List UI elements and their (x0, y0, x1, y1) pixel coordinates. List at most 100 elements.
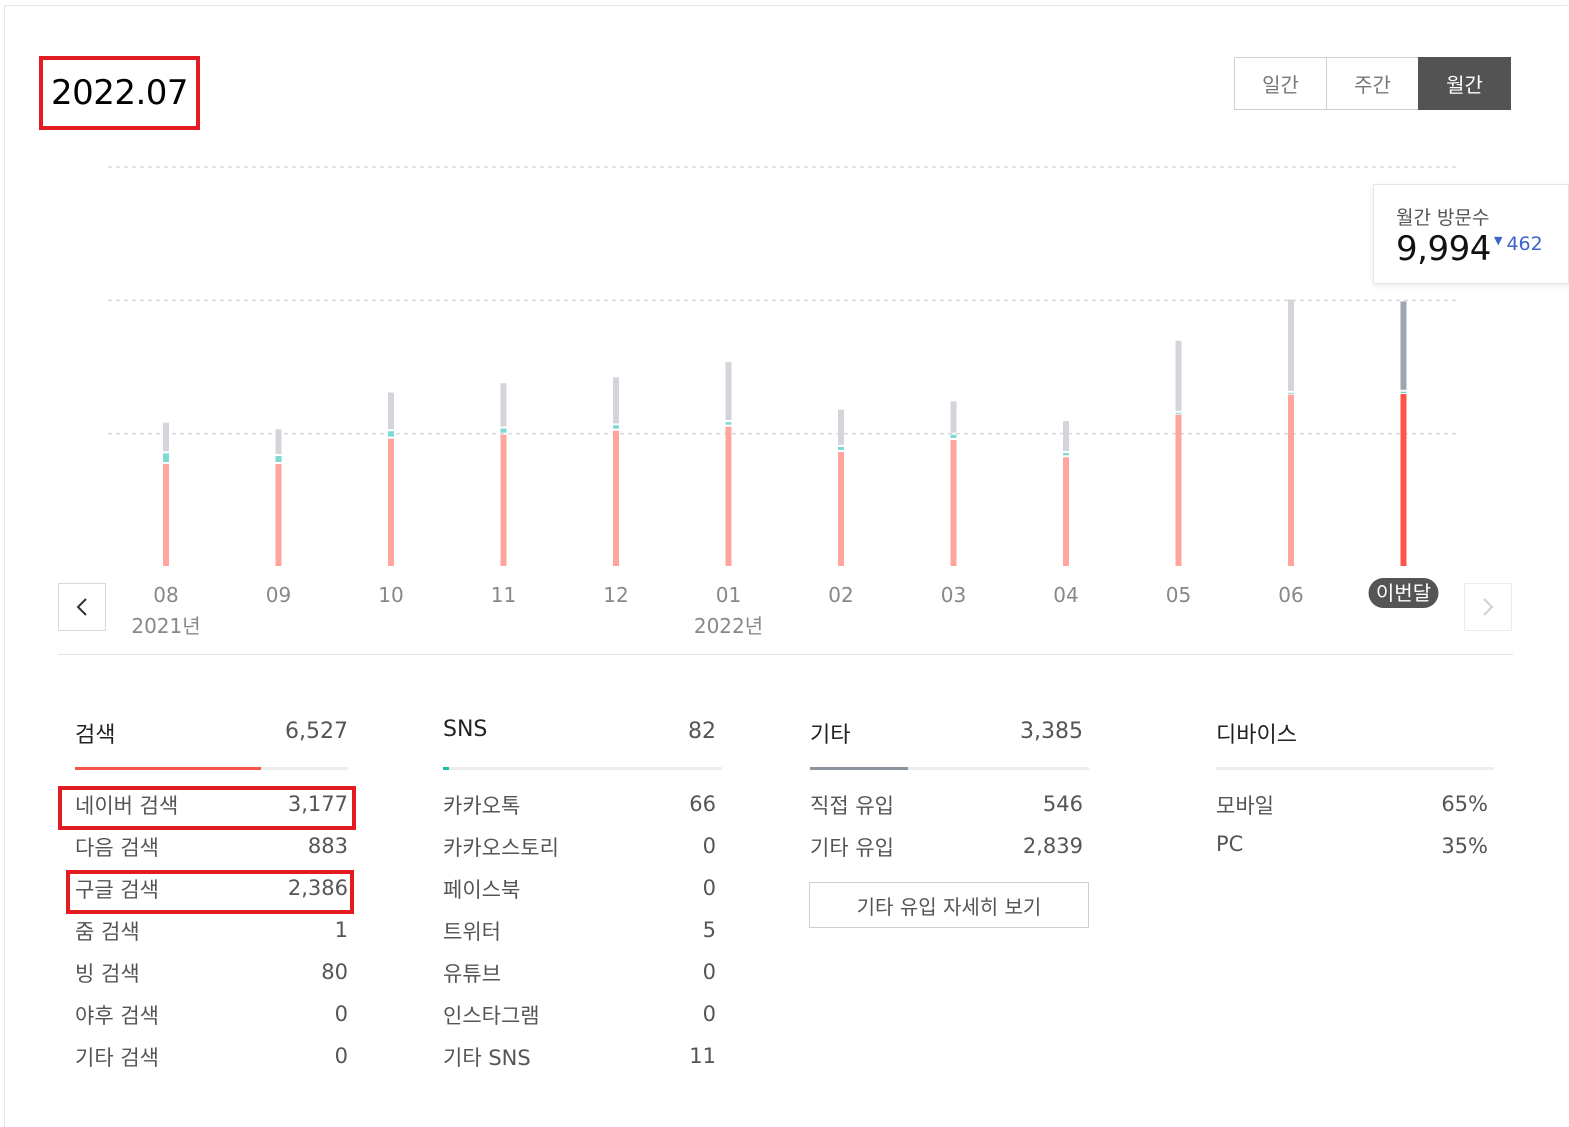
row-label: 카카오스토리 (443, 836, 559, 860)
bar-segment-etc[interactable] (388, 392, 394, 430)
row-value: 66 (689, 792, 716, 816)
previous-period-button[interactable] (58, 583, 106, 631)
period-tab-group: 일간 주간 월간 (1234, 57, 1511, 110)
bar-segment-etc[interactable] (275, 429, 282, 454)
category-name: 기타 (810, 723, 851, 748)
bar-segment-search[interactable] (163, 464, 169, 566)
bar-segment-search[interactable] (950, 440, 957, 566)
bar-segment-sns[interactable] (725, 422, 732, 425)
bar-segment-sns[interactable] (275, 456, 282, 462)
tab-daily[interactable]: 일간 (1234, 57, 1327, 110)
list-item: 기타 유입 2,839 (810, 832, 1083, 874)
category-share-bar (75, 767, 348, 770)
tab-monthly[interactable]: 월간 (1418, 57, 1511, 110)
bar-segment-sns[interactable] (388, 431, 394, 437)
bar-segment-etc[interactable] (163, 422, 169, 452)
decrease-arrow-icon: ▼ (1494, 234, 1503, 247)
row-value: 0 (334, 1002, 348, 1026)
row-value: 0 (702, 1002, 716, 1026)
row-value: 0 (702, 834, 716, 858)
bar-segment-sns[interactable] (1063, 453, 1069, 456)
bar-segment-sns[interactable] (950, 434, 957, 438)
bar-segment-etc[interactable] (1288, 299, 1294, 391)
row-value: 80 (321, 960, 348, 984)
bar-segment-etc[interactable] (950, 401, 957, 433)
x-tick-label: 05 (1166, 583, 1191, 607)
row-value: 0 (334, 1044, 348, 1068)
row-value: 883 (307, 834, 348, 858)
x-tick-label: 08 (153, 583, 178, 607)
row-label: 페이스북 (443, 878, 521, 902)
chevron-left-icon (76, 598, 87, 616)
bar-segment-sns[interactable] (613, 425, 619, 429)
x-tick-label: 02 (828, 583, 853, 607)
list-item: 트위터 5 (443, 916, 716, 958)
x-tick-label: 09 (266, 583, 291, 607)
x-tick-label: 01 (716, 583, 741, 607)
category-device: 디바이스 모바일 65% PC 35% (1216, 717, 1494, 874)
x-tick-label: 11 (491, 583, 516, 607)
bar-segment-search[interactable] (1288, 394, 1294, 566)
row-value: 1 (334, 918, 348, 942)
row-label: 카카오톡 (443, 794, 521, 818)
bar-segment-search[interactable] (275, 464, 282, 566)
bar-segment-sns[interactable] (500, 428, 507, 433)
bar-segment-search[interactable] (838, 452, 844, 566)
row-value: 0 (702, 876, 716, 900)
category-share-fill (443, 767, 450, 770)
year-label: 2022년 (694, 614, 763, 638)
tooltip-value: 9,994 (1396, 229, 1491, 269)
bar-segment-search[interactable] (725, 426, 732, 566)
visit-tooltip: 월간 방문수 9,994 ▼ 462 (1373, 184, 1569, 284)
bar-segment-etc[interactable] (838, 409, 844, 445)
list-item: 카카오톡 66 (443, 790, 716, 832)
category-sns: SNS 82 카카오톡 66 카카오스토리 0 페이스북 0 트위터 5 유튜브 0 인스… (443, 717, 722, 1084)
period-label: 2022.07 (50, 73, 189, 113)
x-tick-label: 10 (378, 583, 403, 607)
tab-weekly[interactable]: 주간 (1326, 57, 1419, 110)
bar-segment-search[interactable] (500, 434, 507, 566)
list-item: 인스타그램 0 (443, 1000, 716, 1042)
row-label: 모바일 (1216, 794, 1274, 818)
x-tick-label: 04 (1053, 583, 1078, 607)
highlight-naver-search (58, 786, 356, 830)
category-share-bar (443, 767, 722, 770)
etc-inflow-detail-button[interactable]: 기타 유입 자세히 보기 (809, 882, 1089, 928)
row-label: 유튜브 (443, 962, 501, 986)
category-total: 6,527 (285, 719, 348, 744)
bar-segment-search[interactable] (1175, 414, 1182, 566)
row-label: 빙 검색 (75, 962, 140, 986)
bar-segment-etc[interactable] (500, 383, 507, 427)
bar-segment-etc[interactable] (1400, 301, 1407, 390)
list-item: 기타 검색 0 (75, 1042, 348, 1084)
category-name: 디바이스 (1216, 723, 1297, 748)
row-value: 0 (702, 960, 716, 984)
category-share-fill (810, 767, 908, 770)
x-tick-label: 03 (941, 583, 966, 607)
bar-segment-search[interactable] (1400, 393, 1407, 566)
next-period-button[interactable] (1464, 583, 1512, 631)
bar-segment-search[interactable] (1063, 457, 1069, 566)
list-item: 야후 검색 0 (75, 1000, 348, 1042)
bar-segment-etc[interactable] (1175, 340, 1182, 411)
row-value: 35% (1441, 834, 1488, 858)
row-label: 다음 검색 (75, 836, 159, 860)
row-label: 줌 검색 (75, 920, 140, 944)
bar-segment-sns[interactable] (1400, 391, 1407, 393)
list-item: 페이스북 0 (443, 874, 716, 916)
row-label: 기타 유입 (810, 836, 894, 860)
bar-segment-sns[interactable] (1288, 392, 1294, 394)
bar-segment-sns[interactable] (163, 453, 169, 462)
bar-segment-sns[interactable] (1175, 412, 1182, 414)
bar-segment-etc[interactable] (613, 377, 619, 424)
row-label: 인스타그램 (443, 1004, 540, 1028)
bar-segment-search[interactable] (388, 438, 394, 566)
year-label: 2021년 (131, 614, 200, 638)
bar-segment-etc[interactable] (1063, 421, 1069, 452)
tooltip-delta-value: 462 (1506, 233, 1543, 255)
tooltip-title: 월간 방문수 (1396, 207, 1490, 229)
bar-segment-sns[interactable] (838, 446, 844, 450)
category-total: 82 (688, 719, 716, 744)
bar-segment-etc[interactable] (725, 362, 732, 421)
bar-segment-search[interactable] (613, 430, 619, 566)
